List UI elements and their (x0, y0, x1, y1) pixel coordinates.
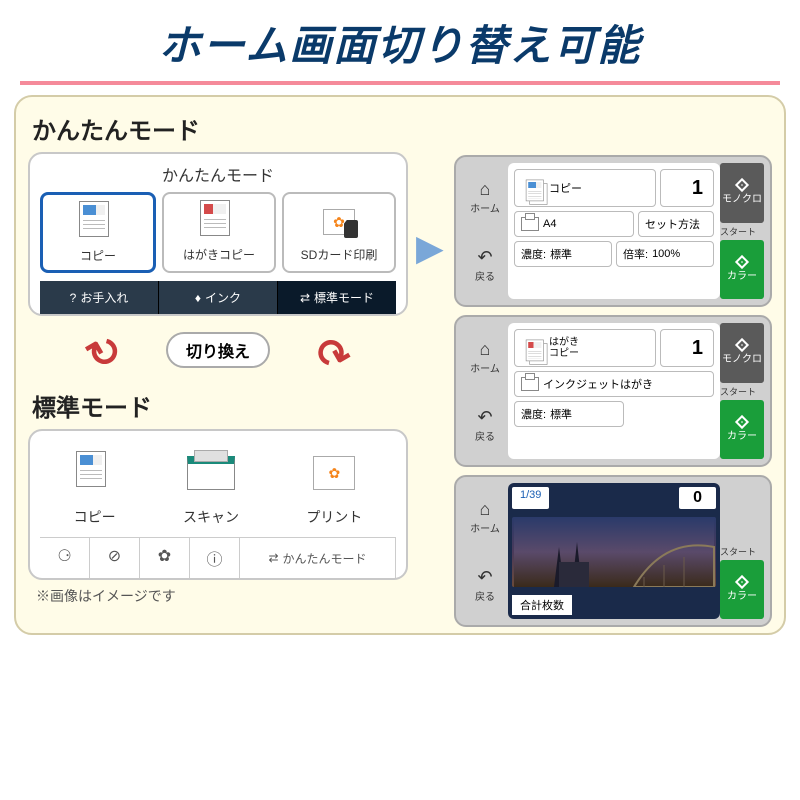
density-card[interactable]: 濃度:標準 (514, 401, 624, 427)
start-label: スタート (720, 225, 764, 238)
ink-button[interactable]: ♦インク (159, 281, 278, 314)
tile-sd-print[interactable]: ✿ SDカード印刷 (282, 192, 396, 273)
arrow-right-icon: ▶ (416, 227, 446, 269)
photo-count-badge: 0 (679, 487, 716, 509)
home-button[interactable]: ⌂ホーム (470, 179, 500, 215)
switch-pill: 切り換え (166, 332, 270, 368)
maintenance-button[interactable]: ?お手入れ (40, 281, 159, 314)
scan-icon (183, 443, 239, 503)
help-icon: ? (70, 291, 77, 305)
back-icon: ↶ (475, 247, 495, 268)
tile-copy[interactable]: コピー (40, 192, 156, 273)
swap-icon: ⇄ (300, 291, 310, 305)
std-tile-scan[interactable]: スキャン (183, 443, 239, 527)
mono-start-button[interactable]: モノクロ (720, 163, 764, 223)
home-button[interactable]: ⌂ホーム (470, 499, 500, 535)
std-tile-print[interactable]: ✿ プリント (306, 443, 362, 527)
tile-hagaki-label: はがきコピー (168, 246, 270, 263)
set-method-card[interactable]: セット方法 (638, 211, 714, 237)
back-icon: ↶ (475, 567, 495, 588)
start-label: スタート (720, 545, 764, 558)
photo-preview[interactable]: › (512, 517, 716, 587)
wireless-icon[interactable]: ⚆ (40, 538, 90, 578)
gear-icon[interactable]: ✿ (140, 538, 190, 578)
main-panel: かんたんモード かんたんモード コピー はがきコピー ✿ SDカード印刷 ?お手… (14, 95, 786, 635)
back-button[interactable]: ↶戻る (475, 567, 495, 603)
density-card[interactable]: 濃度:標準 (514, 241, 612, 267)
photo-screen: ⌂ホーム ↶戻る 1/39 0 (454, 475, 772, 627)
back-icon: ↶ (475, 407, 495, 428)
count-field[interactable]: 1 (660, 329, 714, 367)
home-icon: ⌂ (470, 499, 500, 520)
tile-copy-label: コピー (47, 247, 149, 264)
right-column: ⌂ホーム ↶戻る コピー 1 A4 セット方法 濃度:標準 倍率:100% モノ… (454, 107, 772, 627)
copy-card[interactable]: コピー (514, 169, 656, 207)
hagaki-card[interactable]: はがき コピー (514, 329, 656, 367)
std-mode-box: コピー スキャン ✿ プリント ⚆ ⊘ ✿ ⓘ ⇄かんたんモード (28, 429, 408, 580)
ratio-card[interactable]: 倍率:100% (616, 241, 714, 267)
copy-icon (74, 443, 116, 503)
page-title: ホーム画面切り替え可能 (0, 0, 800, 81)
color-start-button[interactable]: カラー (720, 240, 764, 300)
easy-mode-box: かんたんモード コピー はがきコピー ✿ SDカード印刷 ?お手入れ ♦インク (28, 152, 408, 316)
home-icon: ⌂ (470, 339, 500, 360)
cityscape-image (512, 517, 716, 587)
curved-arrow-icon: ↻ (305, 323, 357, 380)
std-tile-copy[interactable]: コピー (74, 443, 116, 527)
back-button[interactable]: ↶戻る (475, 407, 495, 443)
standard-mode-button[interactable]: ⇄標準モード (278, 281, 396, 314)
back-button[interactable]: ↶戻る (475, 247, 495, 283)
footnote: ※画像はイメージです (36, 586, 408, 606)
start-label: スタート (720, 385, 764, 398)
printer-icon (521, 217, 539, 231)
info-icon[interactable]: ⓘ (190, 538, 240, 578)
std-mode-label: 標準モード (32, 388, 408, 423)
easy-mode-button[interactable]: ⇄かんたんモード (240, 538, 396, 578)
count-field[interactable]: 1 (660, 169, 714, 207)
link-icon[interactable]: ⊘ (90, 538, 140, 578)
switch-area: ↻ 切り換え ↻ (28, 320, 408, 380)
page-indicator: 1/39 (512, 487, 549, 509)
ink-drop-icon: ♦ (195, 291, 201, 305)
hagaki-screen: ⌂ホーム ↶戻る はがき コピー 1 インクジェットはがき 濃度:標準 モノクロ… (454, 315, 772, 467)
easy-mode-header: かんたんモード (40, 162, 396, 186)
left-column: かんたんモード かんたんモード コピー はがきコピー ✿ SDカード印刷 ?お手… (28, 107, 408, 627)
color-start-button[interactable]: カラー (720, 400, 764, 460)
color-start-button[interactable]: カラー (720, 560, 764, 620)
paper-card[interactable]: A4 (514, 211, 634, 237)
copy-icon (47, 203, 149, 243)
hagaki-icon (168, 202, 270, 242)
home-icon: ⌂ (470, 179, 500, 200)
copy-screen: ⌂ホーム ↶戻る コピー 1 A4 セット方法 濃度:標準 倍率:100% モノ… (454, 155, 772, 307)
easy-mode-label: かんたんモード (32, 111, 408, 146)
sd-print-icon: ✿ (288, 202, 390, 242)
mono-start-button[interactable]: モノクロ (720, 323, 764, 383)
tile-hagaki-copy[interactable]: はがきコピー (162, 192, 276, 273)
divider (20, 81, 780, 85)
swap-icon: ⇄ (268, 551, 278, 565)
paper-card[interactable]: インクジェットはがき (514, 371, 714, 397)
printer-icon (521, 377, 539, 391)
print-icon: ✿ (306, 443, 362, 503)
tile-sd-label: SDカード印刷 (288, 246, 390, 263)
total-count-label: 合計枚数 (512, 595, 572, 615)
home-button[interactable]: ⌂ホーム (470, 339, 500, 375)
curved-arrow-icon: ↻ (79, 325, 131, 382)
